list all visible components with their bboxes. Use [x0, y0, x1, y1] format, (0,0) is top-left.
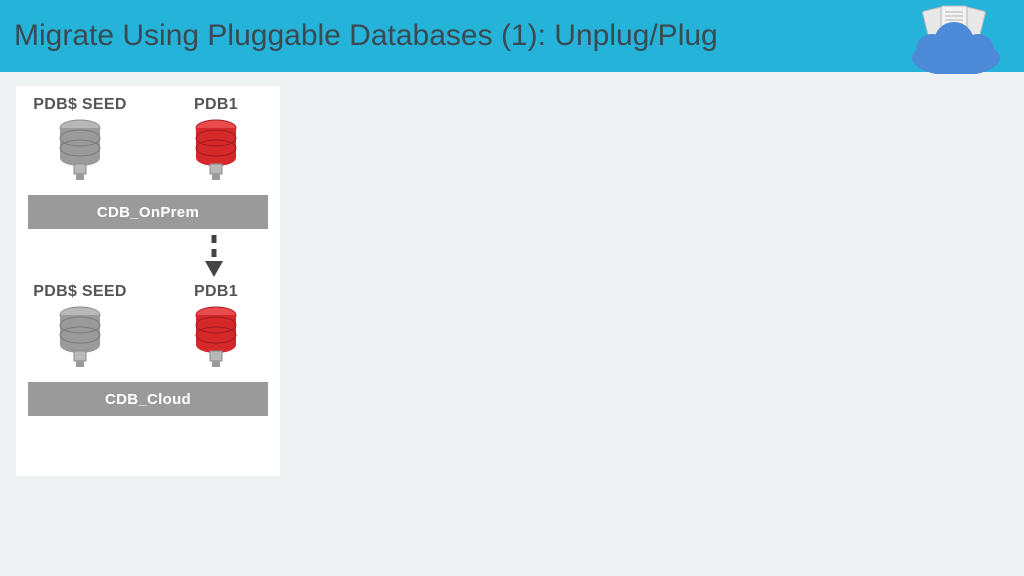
pdb1-top: PDB1: [164, 96, 268, 189]
pdb-seed-bottom: PDB$ SEED: [28, 283, 132, 376]
pdb-row-bottom: PDB$ SEED PDB1: [28, 283, 268, 376]
cdb-onprem-label: CDB_OnPrem: [28, 195, 268, 229]
pdb-seed-bottom-label: PDB$ SEED: [28, 283, 132, 301]
cdb-cloud-block: PDB$ SEED PDB1: [28, 283, 268, 416]
pdb1-top-label: PDB1: [164, 96, 268, 114]
pdb1-bottom-label: PDB1: [164, 283, 268, 301]
pdb-seed-top: PDB$ SEED: [28, 96, 132, 189]
database-red-icon: [188, 118, 244, 187]
dashed-arrow-down-icon: [202, 233, 226, 281]
diagram-panel: PDB$ SEED PDB1: [16, 86, 280, 476]
database-gray-icon: [52, 118, 108, 187]
arrow-down: [28, 229, 268, 283]
slide-title: Migrate Using Pluggable Databases (1): U…: [14, 19, 718, 53]
pdb1-bottom: PDB1: [164, 283, 268, 376]
cdb-cloud-label: CDB_Cloud: [28, 382, 268, 416]
database-gray-icon: [52, 305, 108, 374]
pdb-row-top: PDB$ SEED PDB1: [28, 96, 268, 189]
slide-header: Migrate Using Pluggable Databases (1): U…: [0, 0, 1024, 72]
cloud-documents-icon: [898, 2, 1008, 74]
database-red-icon: [188, 305, 244, 374]
pdb-seed-top-label: PDB$ SEED: [28, 96, 132, 114]
cdb-onprem-block: PDB$ SEED PDB1: [28, 96, 268, 229]
